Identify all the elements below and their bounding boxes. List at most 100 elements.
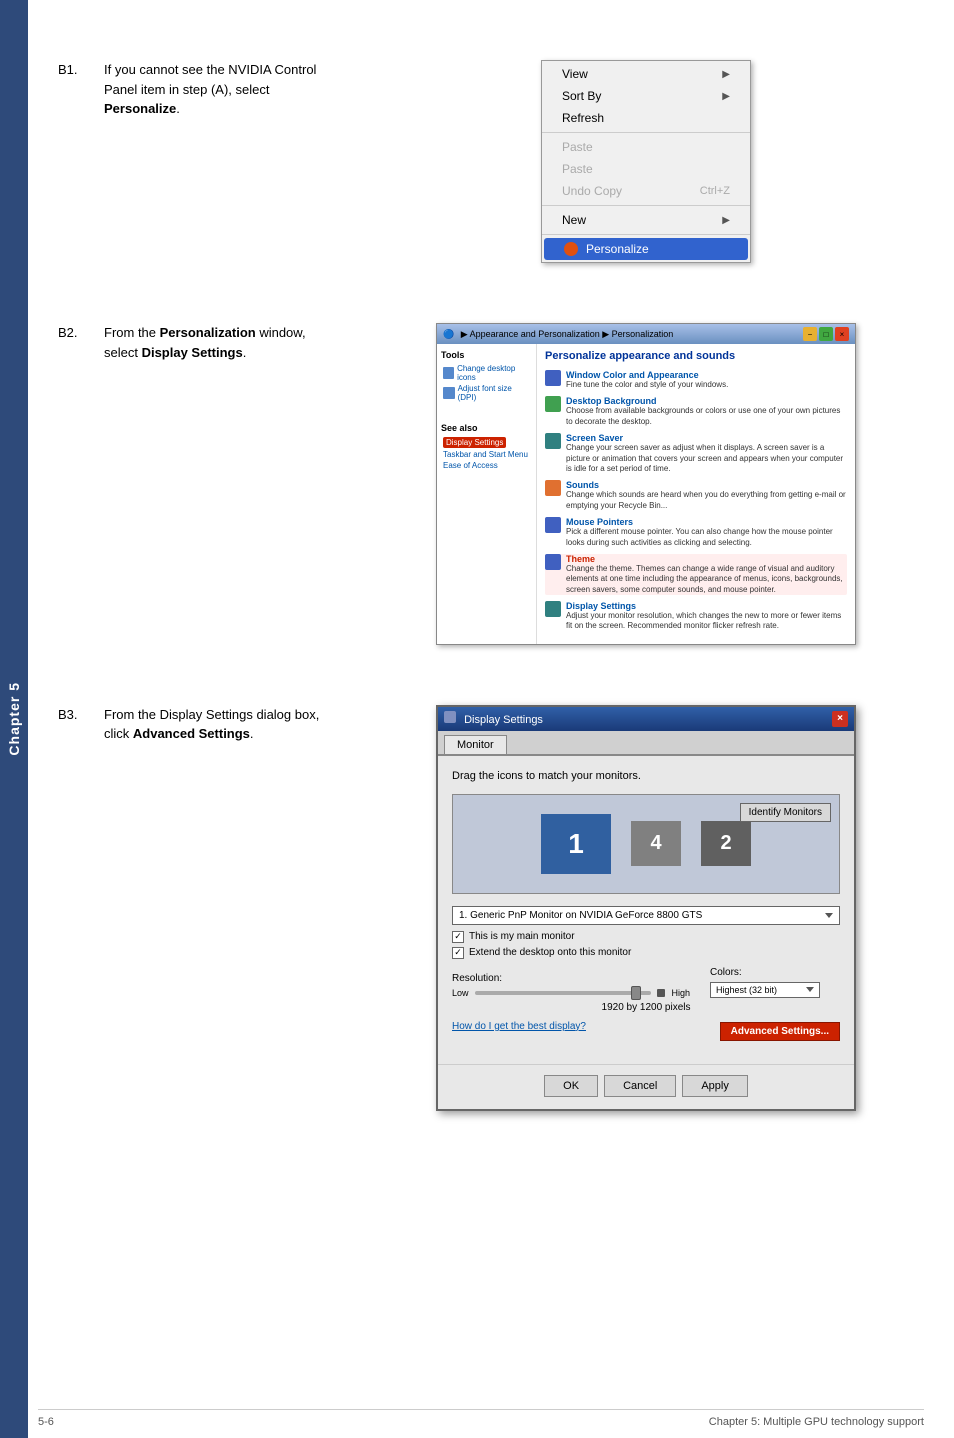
- dialog-body: Drag the icons to match your monitors. I…: [438, 756, 854, 1064]
- dialog-tabs: Monitor: [438, 731, 854, 756]
- sidebar-font-size[interactable]: Adjust font size (DPI): [441, 383, 532, 403]
- extend-desktop-checkbox[interactable]: ✓: [452, 947, 464, 959]
- sidebar-display-settings[interactable]: Display Settings: [441, 436, 532, 449]
- separator-3: [542, 234, 750, 235]
- persona-item-mouse: Mouse Pointers Pick a different mouse po…: [545, 517, 847, 548]
- sidebar-ease-of-access[interactable]: Ease of Access: [441, 460, 532, 471]
- menu-item-new[interactable]: New▶: [542, 209, 750, 231]
- persona-item-display: Display Settings Adjust your monitor res…: [545, 601, 847, 632]
- display-desc: Adjust your monitor resolution, which ch…: [566, 611, 847, 632]
- persona-titlebar: 🔵 ▶ Appearance and Personalization ▶ Per…: [437, 324, 855, 344]
- page-number: 5-6: [38, 1416, 54, 1428]
- titlebar-buttons: − □ ×: [803, 327, 849, 341]
- separator-2: [542, 205, 750, 206]
- main-monitor-label: This is my main monitor: [469, 931, 575, 942]
- page-footer: 5-6 Chapter 5: Multiple GPU technology s…: [38, 1409, 924, 1428]
- mouse-icon: [545, 517, 561, 533]
- persona-main: Personalize appearance and sounds Window…: [537, 344, 855, 644]
- menu-item-refresh[interactable]: Refresh: [542, 107, 750, 129]
- section-b2-image: 🔵 ▶ Appearance and Personalization ▶ Per…: [368, 323, 924, 645]
- persona-sidebar: Tools Change desktop icons Adjust font s…: [437, 344, 537, 644]
- section-b2: B2. From the Personalization window, sel…: [58, 323, 924, 645]
- screen-saver-desc: Change your screen saver as adjust when …: [566, 443, 847, 474]
- checkbox-main-monitor: ✓ This is my main monitor: [452, 931, 840, 943]
- menu-item-view[interactable]: View▶: [542, 63, 750, 85]
- colors-dropdown-arrow: [806, 987, 814, 992]
- window-color-desc: Fine tune the color and style of your wi…: [566, 380, 728, 390]
- step-b3-desc: From the Display Settings dialog box, cl…: [104, 705, 338, 744]
- checkbox-extend-desktop: ✓ Extend the desktop onto this monitor: [452, 947, 840, 959]
- section-b1-text: B1. If you cannot see the NVIDIA Control…: [58, 60, 338, 263]
- resolution-colors-row: Resolution: Low High Colors:: [452, 967, 840, 998]
- section-b3-text: B3. From the Display Settings dialog box…: [58, 705, 338, 1111]
- main-monitor-checkbox[interactable]: ✓: [452, 931, 464, 943]
- window-color-icon: [545, 370, 561, 386]
- desktop-bg-title: Desktop Background: [566, 396, 847, 406]
- minimize-btn[interactable]: −: [803, 327, 817, 341]
- display-settings-link[interactable]: Display Settings: [443, 437, 506, 448]
- colors-value: Highest (32 bit): [716, 985, 777, 995]
- dialog-footer: OK Cancel Apply: [438, 1064, 854, 1109]
- menu-item-sort-by[interactable]: Sort By▶: [542, 85, 750, 107]
- identify-monitors-btn[interactable]: Identify Monitors: [740, 803, 831, 822]
- ok-btn[interactable]: OK: [544, 1075, 598, 1097]
- persona-item-theme: Theme Change the theme. Themes can chang…: [545, 554, 847, 595]
- monitor-dropdown[interactable]: 1. Generic PnP Monitor on NVIDIA GeForce…: [452, 906, 840, 925]
- persona-item-desktop-bg: Desktop Background Choose from available…: [545, 396, 847, 427]
- screen-saver-icon: [545, 433, 561, 449]
- dropdown-arrow-icon: [825, 913, 833, 918]
- tab-monitor[interactable]: Monitor: [444, 735, 507, 754]
- mouse-desc: Pick a different mouse pointer. You can …: [566, 527, 847, 548]
- menu-item-personalize[interactable]: Personalize: [544, 238, 748, 260]
- monitor-2: 4: [631, 821, 681, 866]
- dialog-titlebar: Display Settings ×: [438, 707, 854, 731]
- dialog-close-btn[interactable]: ×: [832, 711, 848, 727]
- icons-icon: [443, 367, 454, 379]
- colors-section: Colors: Highest (32 bit): [710, 967, 840, 998]
- section-b1-image: View▶ Sort By▶ Refresh Paste Paste Undo …: [368, 60, 924, 263]
- resolution-pixels: 1920 by 1200 pixels: [452, 1002, 840, 1013]
- persona-item-sounds: Sounds Change which sounds are heard whe…: [545, 480, 847, 511]
- see-also-label: See also: [441, 423, 532, 433]
- cancel-btn[interactable]: Cancel: [604, 1075, 676, 1097]
- step-b2-id: B2.: [58, 323, 88, 343]
- chapter-tab-label: Chapter 5: [6, 682, 22, 756]
- menu-item-paste-shortcut: Paste: [542, 158, 750, 180]
- maximize-btn[interactable]: □: [819, 327, 833, 341]
- sounds-desc: Change which sounds are heard when you d…: [566, 490, 847, 511]
- advanced-settings-btn[interactable]: Advanced Settings...: [720, 1022, 840, 1041]
- persona-title-path: ▶ Appearance and Personalization ▶ Perso…: [461, 329, 673, 339]
- resolution-slider[interactable]: [475, 991, 652, 995]
- menu-item-paste: Paste: [542, 136, 750, 158]
- slider-high-icon: [657, 989, 665, 997]
- persona-main-title: Personalize appearance and sounds: [545, 350, 847, 362]
- persona-body: Tools Change desktop icons Adjust font s…: [437, 344, 855, 644]
- section-b3: B3. From the Display Settings dialog box…: [58, 705, 924, 1111]
- step-b1-desc: If you cannot see the NVIDIA Control Pan…: [104, 60, 338, 119]
- window-color-title: Window Color and Appearance: [566, 370, 728, 380]
- monitor-area: Identify Monitors 1 4 2: [452, 794, 840, 894]
- persona-item-window-color: Window Color and Appearance Fine tune th…: [545, 370, 847, 390]
- sounds-title: Sounds: [566, 480, 847, 490]
- close-btn[interactable]: ×: [835, 327, 849, 341]
- sounds-icon: [545, 480, 561, 496]
- chapter-tab: Chapter 5: [0, 0, 28, 1438]
- mouse-title: Mouse Pointers: [566, 517, 847, 527]
- theme-desc: Change the theme. Themes can change a wi…: [566, 564, 847, 595]
- menu-item-undo-copy: Undo CopyCtrl+Z: [542, 180, 750, 202]
- monitor-3: 2: [701, 821, 751, 866]
- theme-icon: [545, 554, 561, 570]
- context-menu: View▶ Sort By▶ Refresh Paste Paste Undo …: [541, 60, 751, 263]
- apply-btn[interactable]: Apply: [682, 1075, 748, 1097]
- colors-dropdown[interactable]: Highest (32 bit): [710, 982, 820, 998]
- slider-low-label: Low: [452, 988, 469, 998]
- colors-label: Colors:: [710, 967, 840, 978]
- sidebar-taskbar[interactable]: Taskbar and Start Menu: [441, 449, 532, 460]
- desktop-bg-icon: [545, 396, 561, 412]
- dialog-title: Display Settings: [464, 714, 543, 726]
- sidebar-change-icons[interactable]: Change desktop icons: [441, 363, 532, 383]
- slider-high-label: High: [671, 988, 690, 998]
- personalization-window: 🔵 ▶ Appearance and Personalization ▶ Per…: [436, 323, 856, 645]
- best-display-link[interactable]: How do I get the best display?: [452, 1021, 586, 1032]
- sidebar-see-also: See also Display Settings Taskbar and St…: [441, 423, 532, 471]
